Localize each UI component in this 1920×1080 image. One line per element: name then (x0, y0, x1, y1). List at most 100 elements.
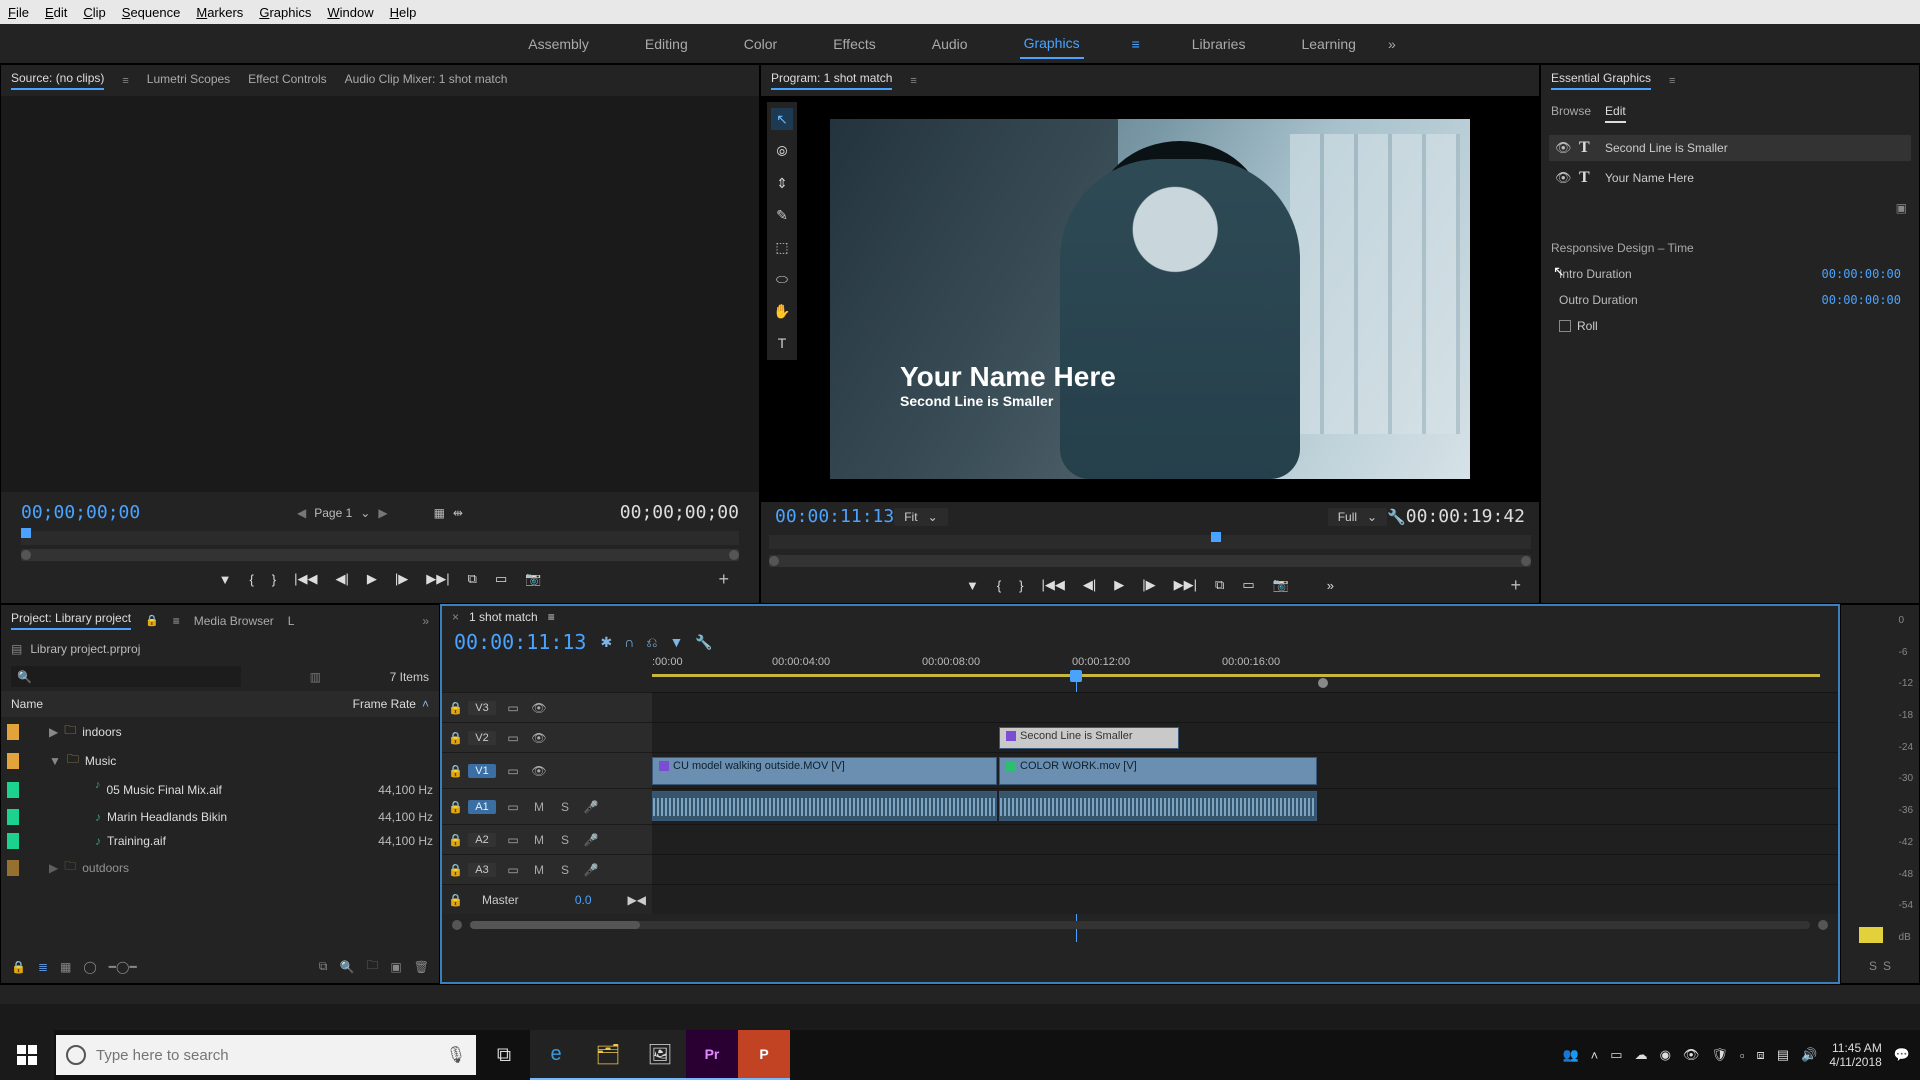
insert-icon[interactable]: ⧉ (468, 571, 477, 587)
project-search-input[interactable]: 🔍 (11, 666, 241, 687)
overwrite-icon[interactable]: ▭ (495, 571, 507, 587)
project-bin-row[interactable]: ▼ 🗀 Music (1, 746, 439, 775)
add-marker-icon[interactable]: ▼ (669, 634, 683, 651)
toggle-sync-lock-icon[interactable]: ▭ (504, 833, 522, 847)
chrome-tray-icon[interactable]: ◉ (1660, 1047, 1671, 1063)
source-time-ruler[interactable] (21, 531, 739, 545)
voiceover-icon[interactable]: 🎤 (582, 833, 600, 847)
step-back-icon[interactable]: ◀| (336, 571, 349, 587)
roll-checkbox-row[interactable]: Roll (1541, 313, 1919, 339)
sequence-tab[interactable]: 1 shot match (469, 610, 538, 624)
timeline-panel-menu-icon[interactable]: ≡ (548, 610, 555, 624)
export-frame-icon[interactable]: 📷 (1273, 577, 1289, 593)
timeline-horizontal-scroll[interactable] (442, 914, 1838, 936)
extract-icon[interactable]: ▭ (1242, 577, 1254, 593)
overlay-settings-icon[interactable]: ⇹ (453, 506, 463, 520)
workspace-audio[interactable]: Audio (928, 30, 972, 58)
visibility-eye-icon[interactable]: 👁 (1555, 170, 1569, 186)
visibility-eye-icon[interactable]: 👁 (1555, 140, 1569, 156)
delete-icon[interactable]: 🗑 (414, 960, 429, 974)
program-timecode-left[interactable]: 00:00:11:13 (775, 506, 894, 527)
work-area-end[interactable] (1318, 678, 1328, 688)
track-lock-icon[interactable]: 🔒 (448, 833, 460, 847)
zoom-handle-right[interactable] (1521, 556, 1531, 566)
audio-clip[interactable] (999, 791, 1317, 821)
solo-left-button[interactable]: S (1869, 959, 1877, 973)
video-clip[interactable]: CU model walking outside.MOV [V] (652, 757, 997, 785)
project-bin-row[interactable]: ▶ 🗀 outdoors (1, 853, 439, 882)
master-gain[interactable]: 0.0 (575, 893, 592, 907)
go-to-out-icon[interactable]: ▶▶| (1174, 577, 1197, 593)
mute-icon[interactable]: M (530, 833, 548, 847)
tab-project[interactable]: Project: Library project (11, 611, 131, 630)
eg-panel-menu-icon[interactable]: ≡ (1669, 75, 1675, 87)
step-forward-icon[interactable]: |▶ (395, 571, 408, 587)
menu-file[interactable]: FFileile (8, 5, 29, 20)
premiere-pro-icon[interactable]: Pr (686, 1030, 738, 1080)
taskbar-search[interactable]: 🎙 (56, 1035, 476, 1075)
list-view-icon[interactable]: ≣ (38, 960, 48, 974)
timeline-ruler[interactable]: :00:00 00:00:04:00 00:00:08:00 00:00:12:… (652, 656, 1838, 692)
toggle-sync-lock-icon[interactable]: ▭ (504, 764, 522, 778)
source-playhead-icon[interactable] (21, 528, 31, 538)
track-name[interactable]: Master (482, 893, 519, 907)
toggle-sync-lock-icon[interactable]: ▭ (504, 701, 522, 715)
eg-tab-edit[interactable]: Edit (1605, 104, 1626, 123)
tab-lumetri-scopes[interactable]: Lumetri Scopes (147, 72, 230, 89)
toggle-track-output-icon[interactable]: 👁 (530, 701, 548, 715)
zoom-handle-left[interactable] (21, 550, 31, 560)
workspace-graphics-menu-icon[interactable]: ≡ (1132, 36, 1140, 52)
task-view-icon[interactable]: ⧉ (478, 1030, 530, 1080)
vertical-center-icon[interactable]: ⇕ (771, 172, 793, 194)
toggle-sync-lock-icon[interactable]: ▭ (504, 731, 522, 745)
project-search-field[interactable] (38, 669, 235, 684)
freeform-view-icon[interactable]: ◯ (83, 960, 96, 974)
zoom-fit-dropdown[interactable]: Fit⌄ (894, 508, 947, 526)
solo-icon[interactable]: S (556, 863, 574, 877)
track-lock-icon[interactable]: 🔒 (448, 863, 460, 877)
button-editor-icon[interactable]: + (1510, 575, 1521, 596)
mark-out-icon[interactable]: } (1019, 578, 1023, 593)
tray-chevron-up-icon[interactable]: ˄ (1591, 1048, 1599, 1063)
battery-icon[interactable]: ▭ (1610, 1047, 1622, 1063)
mark-out-icon[interactable]: } (272, 572, 276, 587)
resolution-dropdown[interactable]: Full⌄ (1328, 508, 1387, 526)
roll-checkbox[interactable] (1559, 320, 1571, 332)
note-tray-icon[interactable]: ▤ (1777, 1047, 1789, 1063)
track-name[interactable]: V3 (468, 701, 496, 715)
timeline-playhead[interactable] (1070, 670, 1082, 682)
track-name[interactable]: A3 (468, 863, 496, 877)
project-clip-row[interactable]: ♪ Marin Headlands Bikin 44,100 Hz (1, 805, 439, 829)
program-monitor-view[interactable]: ↖ ⦾ ⇕ ✎ ⬚ ⬭ ✋ T Your Name Here Second Li… (761, 96, 1539, 502)
find-icon[interactable]: 🔍 (339, 960, 354, 974)
track-lock-icon[interactable]: 🔒 (448, 701, 460, 715)
collapse-icon[interactable]: ▼ (49, 754, 61, 768)
eg-layer-item[interactable]: 👁 T Second Line is Smaller (1549, 135, 1911, 161)
track-name[interactable]: V2 (468, 731, 496, 745)
mute-icon[interactable]: M (530, 863, 548, 877)
type-tool-icon[interactable]: T (771, 332, 793, 354)
toggle-track-output-icon[interactable]: 👁 (530, 731, 548, 745)
col-name[interactable]: Name (11, 697, 306, 711)
filter-bin-icon[interactable]: ▥ (310, 670, 321, 684)
workspace-editing[interactable]: Editing (641, 30, 692, 58)
track-lock-icon[interactable]: 🔒 (448, 893, 460, 907)
menu-sequence[interactable]: Sequence (122, 5, 181, 20)
video-clip[interactable]: COLOR WORK.mov [V] (999, 757, 1317, 785)
mark-in-icon[interactable]: { (997, 578, 1001, 593)
solo-icon[interactable]: S (556, 800, 574, 814)
project-clip-row[interactable]: ♪ 05 Music Final Mix.aif 44,100 Hz (1, 775, 439, 805)
audio-clip[interactable] (652, 791, 997, 821)
page-next-icon[interactable]: ▶ (378, 506, 387, 520)
page-prev-icon[interactable]: ◀ (297, 506, 306, 520)
new-layer-icon[interactable]: ▣ (1896, 201, 1907, 215)
lift-icon[interactable]: ⧉ (1215, 577, 1224, 593)
program-playhead-icon[interactable] (1211, 532, 1221, 542)
mute-icon[interactable]: M (530, 800, 548, 814)
menu-window[interactable]: Window (327, 5, 373, 20)
taskbar-clock[interactable]: 11:45 AM 4/11/2018 (1829, 1041, 1882, 1069)
eg-panel-title[interactable]: Essential Graphics (1551, 71, 1651, 90)
graphic-title-overlay[interactable]: Your Name Here Second Line is Smaller (900, 361, 1116, 409)
workspace-assembly[interactable]: Assembly (524, 30, 593, 58)
workspace-overflow-icon[interactable]: » (1388, 36, 1396, 52)
